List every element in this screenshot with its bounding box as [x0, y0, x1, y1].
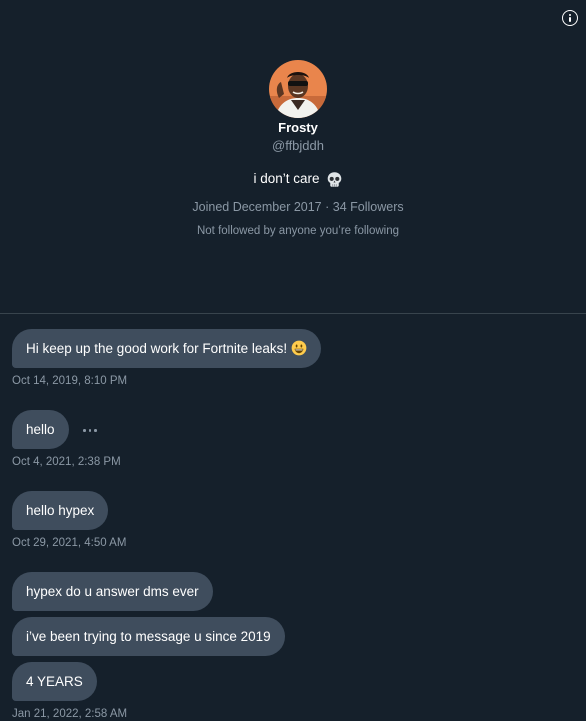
message-text: hello	[26, 422, 55, 437]
message-timestamp: Oct 29, 2021, 4:50 AM	[12, 537, 127, 549]
message-text: hello hypex	[26, 503, 95, 518]
message-bubble[interactable]: 4 YEARS	[12, 662, 97, 701]
message-bubble[interactable]: hypex do u answer dms ever	[12, 572, 213, 611]
message-bubble[interactable]: Hi keep up the good work for Fortnite le…	[12, 329, 322, 368]
info-icon[interactable]	[562, 10, 578, 26]
profile-header: Frosty @ffbjddh i don’t care Joined Dece…	[0, 60, 586, 239]
profile-bio: i don’t care	[0, 169, 586, 189]
profile-name[interactable]: Frosty	[0, 120, 586, 136]
more-horizontal-icon[interactable]	[82, 424, 98, 436]
message-timestamp: Oct 14, 2019, 8:10 PM	[12, 375, 128, 387]
avatar[interactable]	[269, 60, 327, 118]
message-timestamp: Oct 4, 2021, 2:38 PM	[12, 456, 121, 468]
skull-emoji	[327, 171, 341, 187]
message-bubble[interactable]: i’ve been trying to message u since 2019	[12, 617, 285, 656]
message-bubble[interactable]: hello hypex	[12, 491, 109, 530]
message-text: hypex do u answer dms ever	[26, 584, 199, 599]
profile-handle: @ffbjddh	[272, 138, 324, 153]
message-text: Hi keep up the good work for Fortnite le…	[26, 341, 288, 356]
profile-not-followed: Not followed by anyone you’re following	[196, 225, 399, 237]
message-text: i’ve been trying to message u since 2019	[26, 629, 271, 644]
bio-text: i don’t care	[253, 171, 320, 186]
divider	[0, 313, 586, 314]
profile-joined: Joined December 2017 · 34 Followers	[192, 200, 404, 214]
grinning-face-emoji	[291, 340, 307, 356]
message-timestamp: Jan 21, 2022, 2:58 AM	[12, 708, 128, 720]
message-text: 4 YEARS	[26, 674, 83, 689]
message-bubble[interactable]: hello	[12, 410, 69, 449]
